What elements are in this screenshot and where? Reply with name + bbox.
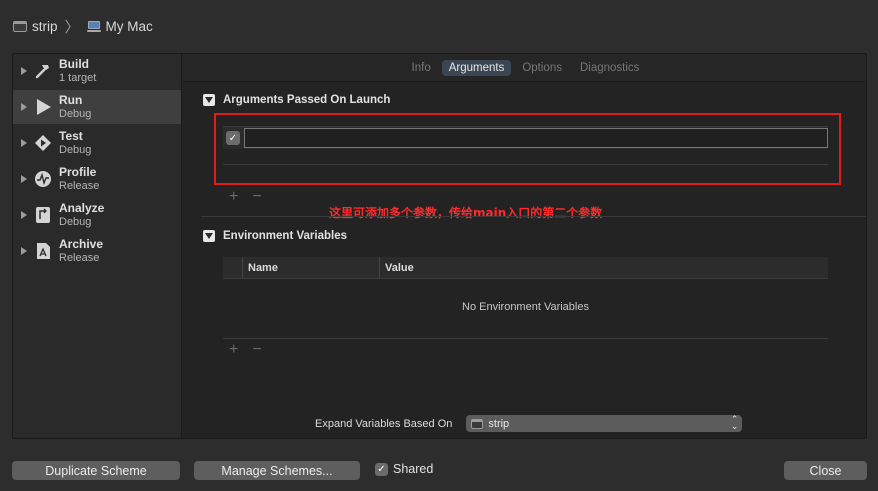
sidebar-item-subtitle: Debug <box>59 144 92 156</box>
destination-name[interactable]: My Mac <box>106 19 153 34</box>
expand-variables-value: strip <box>488 417 510 430</box>
sidebar-item-title: Profile <box>59 165 97 179</box>
env-column-check <box>223 256 243 279</box>
disclosure-triangle-icon[interactable] <box>21 175 27 183</box>
tab-arguments[interactable]: Arguments <box>441 59 512 76</box>
section-collapse-icon[interactable] <box>203 230 215 242</box>
close-button[interactable]: Close <box>784 461 867 480</box>
scheme-name[interactable]: strip <box>32 19 58 34</box>
sidebar-item-title: Run <box>59 93 83 107</box>
arguments-section-title: Arguments Passed On Launch <box>223 94 391 106</box>
archive-icon <box>34 242 52 260</box>
env-column-name[interactable]: Name <box>243 256 380 279</box>
sidebar-item-profile[interactable]: Profile Release <box>13 162 181 196</box>
section-collapse-icon[interactable] <box>203 94 215 106</box>
sidebar-item-test[interactable]: Test Debug <box>13 126 181 160</box>
scheme-window-icon <box>13 20 27 32</box>
disclosure-triangle-icon[interactable] <box>21 211 27 219</box>
sidebar-item-build[interactable]: Build 1 target <box>13 54 181 88</box>
play-icon <box>34 98 52 116</box>
tab-bar: Info Arguments Options Diagnostics <box>183 54 866 82</box>
tab-info[interactable]: Info <box>405 60 438 76</box>
remove-env-button[interactable]: − <box>252 341 261 359</box>
manage-schemes-button[interactable]: Manage Schemes... <box>194 461 360 480</box>
sidebar-item-title: Test <box>59 129 83 143</box>
arguments-section-header[interactable]: Arguments Passed On Launch <box>203 94 390 106</box>
shared-checkbox-row[interactable]: ✓ Shared <box>375 462 433 476</box>
sidebar-item-analyze[interactable]: Analyze Debug <box>13 198 181 232</box>
shared-checkbox[interactable]: ✓ <box>375 462 388 476</box>
remove-argument-button[interactable]: − <box>252 188 261 206</box>
sidebar-item-subtitle: Release <box>59 180 100 192</box>
env-variables-table: Name Value No Environment Variables <box>223 256 828 339</box>
annotation-text: 这里可添加多个参数，传给main入口的第二个参数 <box>329 206 603 220</box>
hammer-icon <box>34 62 52 80</box>
scheme-action-sidebar: Build 1 target Run Debug Test Debug Profile… <box>13 54 182 438</box>
env-section-header[interactable]: Environment Variables <box>203 230 347 242</box>
duplicate-scheme-button[interactable]: Duplicate Scheme <box>12 461 180 480</box>
waveform-icon <box>34 170 52 188</box>
annotation-highlight-box <box>214 113 841 185</box>
scheme-action-content: Info Arguments Options Diagnostics Argum… <box>183 54 866 438</box>
updown-chevron-icon: ⌃ ⌄ <box>730 414 739 431</box>
arguments-add-remove: + − <box>229 188 262 206</box>
disclosure-triangle-icon[interactable] <box>21 67 27 75</box>
scheme-breadcrumb[interactable]: strip 〉 My Mac <box>0 0 878 52</box>
sidebar-item-subtitle: 1 target <box>59 72 97 84</box>
env-table-header: Name Value <box>223 256 828 279</box>
diamond-play-icon <box>34 134 52 152</box>
expand-variables-select[interactable]: strip ⌃ ⌄ <box>466 414 743 432</box>
sidebar-item-title: Analyze <box>59 201 105 215</box>
disclosure-triangle-icon[interactable] <box>21 247 27 255</box>
tab-diagnostics[interactable]: Diagnostics <box>573 60 646 76</box>
scheme-window-icon <box>471 418 484 429</box>
sidebar-item-run[interactable]: Run Debug <box>13 90 181 124</box>
env-column-value[interactable]: Value <box>380 262 414 274</box>
scheme-editor-panel: Build 1 target Run Debug Test Debug Profile… <box>12 53 867 439</box>
env-empty-message: No Environment Variables <box>462 301 589 313</box>
add-argument-button[interactable]: + <box>229 188 238 206</box>
env-section-title: Environment Variables <box>223 230 347 242</box>
disclosure-triangle-icon[interactable] <box>21 103 27 111</box>
sidebar-item-subtitle: Debug <box>59 108 92 120</box>
disclosure-triangle-icon[interactable] <box>21 139 27 147</box>
expand-variables-label: Expand Variables Based On <box>315 417 453 430</box>
add-env-button[interactable]: + <box>229 341 238 359</box>
sidebar-item-subtitle: Debug <box>59 216 92 228</box>
breadcrumb-separator-icon: 〉 <box>64 18 80 36</box>
env-add-remove: + − <box>229 341 262 359</box>
mac-icon <box>86 20 101 32</box>
tab-options[interactable]: Options <box>515 60 569 76</box>
analyze-icon <box>34 206 52 224</box>
sidebar-item-subtitle: Release <box>59 252 100 264</box>
sidebar-item-archive[interactable]: Archive Release <box>13 234 181 268</box>
sidebar-item-title: Archive <box>59 237 104 251</box>
sidebar-item-title: Build <box>59 57 89 71</box>
expand-variables-row: Expand Variables Based On strip ⌃ ⌄ <box>315 414 743 432</box>
shared-label: Shared <box>393 462 434 476</box>
